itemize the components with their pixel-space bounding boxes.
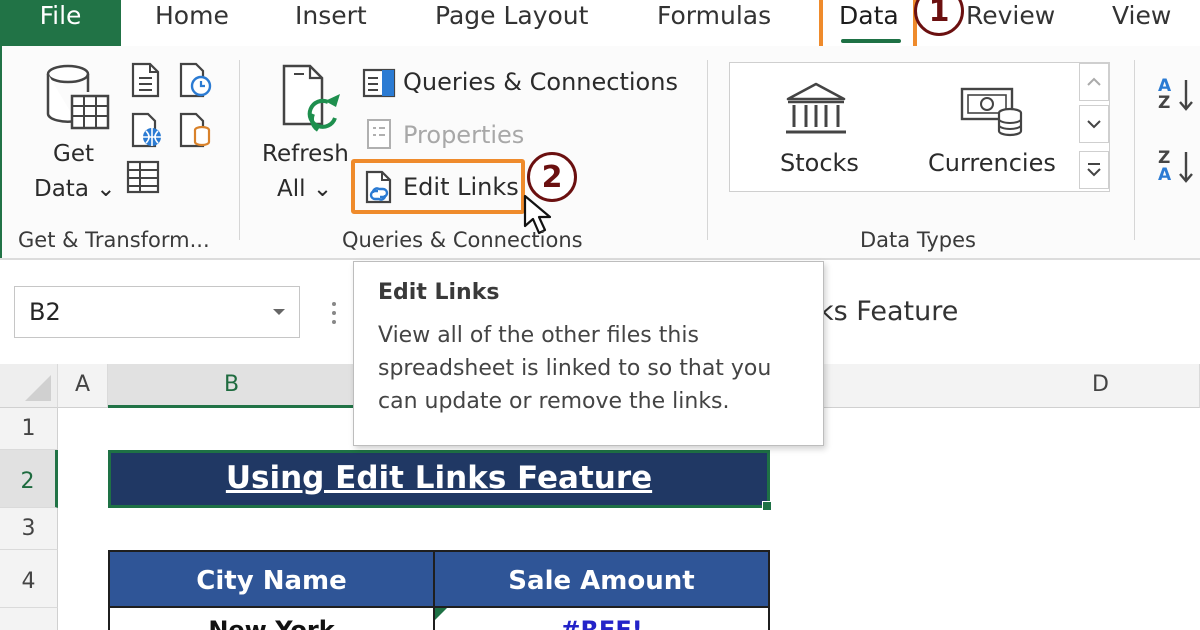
error-indicator-icon	[435, 608, 447, 620]
queries-connections-group-label: Queries & Connections	[342, 228, 583, 252]
row-header-3[interactable]: 3	[0, 508, 58, 550]
stocks-button[interactable]: Stocks	[780, 149, 859, 177]
formula-bar-grip-icon[interactable]	[330, 300, 338, 326]
select-all-triangle-icon	[25, 375, 51, 401]
chevron-down-icon	[1087, 120, 1101, 129]
properties-button[interactable]: Properties	[403, 121, 524, 149]
data-types-gallery: Stocks Currencies	[729, 62, 1110, 192]
title-cell-b2[interactable]: Using Edit Links Feature	[108, 450, 770, 508]
name-box-dropdown-icon[interactable]	[271, 307, 287, 317]
row-header-5[interactable]	[0, 608, 58, 630]
gallery-scroll-up[interactable]	[1079, 63, 1109, 101]
get-data-label[interactable]: Get	[53, 141, 94, 167]
get-data-dropdown[interactable]: Data ⌄	[34, 176, 116, 202]
tab-review[interactable]: Review	[966, 0, 1055, 36]
column-header-b[interactable]: B	[108, 364, 356, 408]
table-cell-city[interactable]: New York	[108, 608, 435, 630]
name-box-value: B2	[29, 298, 61, 326]
name-box[interactable]: B2	[14, 286, 300, 338]
tab-formulas[interactable]: Formulas	[657, 0, 771, 36]
row-header-4[interactable]: 4	[0, 550, 58, 608]
select-all-corner[interactable]	[0, 364, 58, 408]
edit-links-tooltip: Edit Links View all of the other files t…	[353, 261, 824, 446]
tooltip-description: View all of the other files this spreads…	[378, 323, 772, 414]
table-cell-sale-amount[interactable]: #REF!	[433, 608, 770, 630]
tab-file[interactable]: File	[0, 0, 121, 46]
header-sale-amount[interactable]: Sale Amount	[433, 550, 770, 608]
data-types-group-label: Data Types	[860, 228, 976, 252]
group-separator	[1134, 60, 1135, 240]
properties-icon	[367, 119, 391, 149]
more-chevron-icon	[1087, 163, 1101, 177]
sort-down-arrow-icon	[1179, 80, 1193, 111]
database-table-icon	[46, 64, 110, 130]
existing-connections-icon[interactable]	[178, 112, 212, 148]
from-text-csv-icon[interactable]	[130, 62, 162, 98]
group-separator	[707, 60, 708, 240]
queries-connections-icon	[362, 68, 396, 98]
fill-handle[interactable]	[762, 501, 772, 511]
refresh-all-dropdown[interactable]: All ⌄	[277, 176, 332, 202]
formula-bar-content[interactable]: ks Feature	[818, 296, 958, 327]
gallery-scroll-down[interactable]	[1079, 105, 1109, 143]
tab-insert[interactable]: Insert	[295, 0, 367, 36]
get-transform-group-label: Get & Transform...	[18, 228, 210, 252]
row-header-2[interactable]: 2	[0, 450, 58, 508]
sort-z-to-a-button[interactable]: Z A	[1156, 148, 1200, 196]
header-city-name[interactable]: City Name	[108, 550, 435, 608]
refresh-all-label[interactable]: Refresh	[262, 141, 349, 167]
tab-page-layout[interactable]: Page Layout	[435, 0, 588, 36]
stocks-bank-icon	[786, 82, 846, 134]
queries-connections-button[interactable]: Queries & Connections	[403, 68, 678, 96]
ribbon: Get Data ⌄ Get & Transform... Refresh Al…	[0, 46, 1200, 260]
sort-down-arrow-icon	[1179, 152, 1193, 183]
row-header-1[interactable]: 1	[0, 408, 58, 450]
refresh-all-icon	[282, 64, 340, 132]
step-1-marker: 1	[914, 0, 964, 36]
from-web-icon[interactable]	[130, 112, 164, 148]
currencies-button[interactable]: Currencies	[928, 149, 1056, 177]
tooltip-title: Edit Links	[378, 280, 500, 305]
edit-links-button[interactable]: Edit Links	[403, 173, 519, 201]
edit-links-icon	[365, 170, 392, 204]
tab-view[interactable]: View	[1112, 0, 1171, 36]
currencies-icon	[960, 87, 1023, 137]
sort-az-bottom-letter: Z	[1158, 93, 1171, 113]
column-header-a[interactable]: A	[58, 364, 108, 408]
tab-home[interactable]: Home	[155, 0, 229, 36]
recent-sources-icon[interactable]	[178, 62, 212, 98]
chevron-up-icon	[1087, 77, 1101, 86]
from-table-range-icon[interactable]	[126, 160, 160, 194]
gallery-more-button[interactable]	[1079, 151, 1109, 189]
ribbon-tab-bar: File Home Insert Page Layout Formulas Da…	[0, 0, 1200, 60]
group-separator	[239, 60, 240, 240]
sort-a-to-z-button[interactable]: A Z	[1156, 76, 1200, 124]
sort-za-bottom-letter: A	[1158, 165, 1172, 185]
